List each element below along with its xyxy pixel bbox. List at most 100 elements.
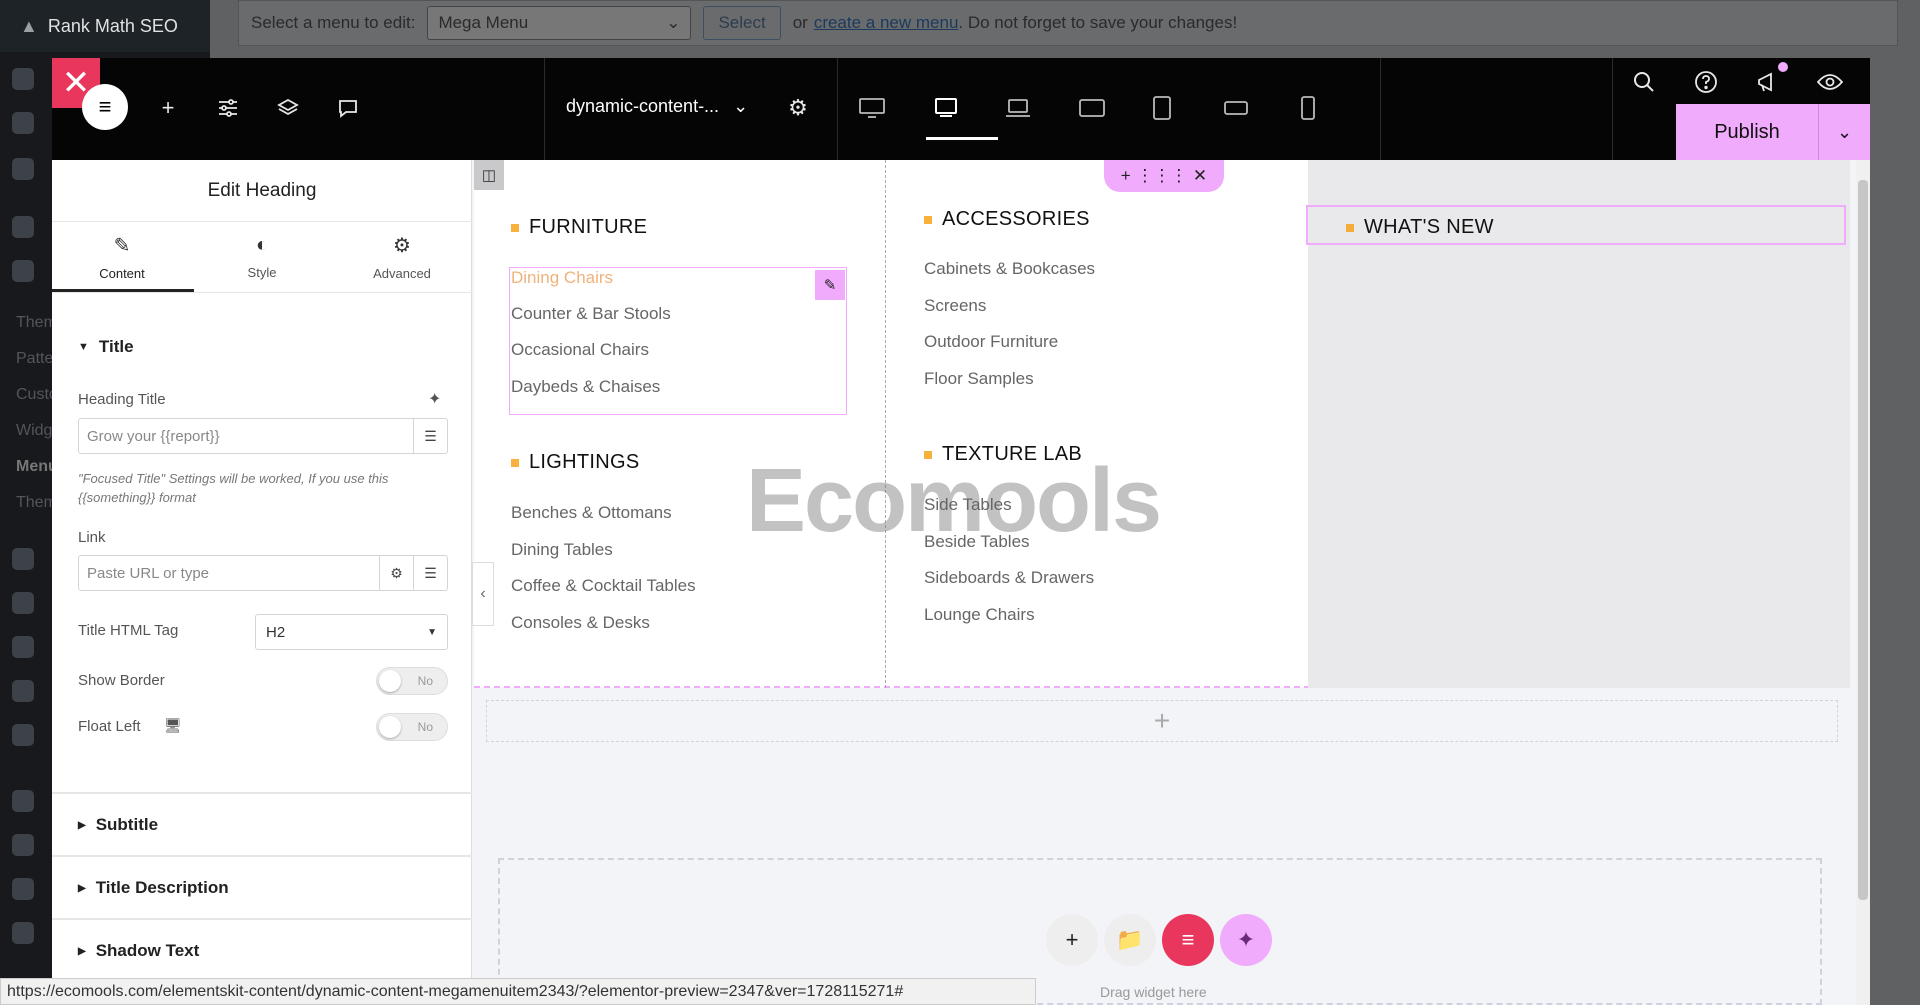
seo-menu-icon[interactable]: [12, 724, 34, 746]
drag-handle-icon[interactable]: ⋮⋮⋮: [1136, 166, 1187, 186]
menu-link-side-tables[interactable]: Side Tables: [924, 495, 1012, 515]
tools2-menu-icon[interactable]: [12, 636, 34, 658]
layers-icon[interactable]: [268, 88, 308, 128]
menu-link-screens[interactable]: Screens: [924, 296, 986, 316]
settings-menu-icon[interactable]: [12, 680, 34, 702]
texture-lab-heading[interactable]: TEXTURE LAB: [924, 443, 1082, 466]
html-tag-label: Title HTML Tag: [78, 622, 179, 639]
caret-down-icon: ▼: [78, 341, 89, 353]
menu-link-daybeds-chaises[interactable]: Daybeds & Chaises: [511, 377, 660, 397]
publish-options-button[interactable]: ⌄: [1818, 104, 1870, 160]
appearance-menu-icon[interactable]: [12, 216, 34, 238]
ai-sparkle-icon[interactable]: ✦: [1220, 914, 1272, 966]
whats-new-heading[interactable]: WHAT'S NEW: [1346, 216, 1494, 239]
widescreen-device-icon[interactable]: [998, 88, 1038, 128]
tablet-portrait-icon[interactable]: [1142, 88, 1182, 128]
search-icon[interactable]: [1624, 62, 1664, 102]
security-menu-icon[interactable]: [12, 790, 34, 812]
mobile-landscape-icon[interactable]: [1216, 88, 1256, 128]
site-settings-icon[interactable]: [208, 88, 248, 128]
responsive-desktop-icon[interactable]: 🖥: [164, 717, 182, 734]
comments-icon[interactable]: [328, 88, 368, 128]
wp-submenu-themes[interactable]: Them: [16, 314, 57, 332]
section-divider: [52, 855, 472, 857]
menu-select[interactable]: Mega Menu ⌄: [427, 6, 692, 40]
preview-eye-icon[interactable]: [1810, 62, 1850, 102]
edit-widget-pencil-icon[interactable]: ✎: [815, 270, 845, 300]
link-input[interactable]: Paste URL or type ⚙ ☰: [78, 555, 448, 591]
help-icon[interactable]: [1686, 62, 1726, 102]
dynamic-tags-icon[interactable]: ☰: [413, 556, 447, 590]
wpml-menu-icon[interactable]: [12, 878, 34, 900]
section-title-description-toggle[interactable]: ▶ Title Description: [78, 878, 229, 898]
ai-sparkle-icon[interactable]: ✦: [428, 389, 441, 409]
float-left-value: No: [417, 720, 433, 734]
add-section-plus-icon[interactable]: +: [1121, 166, 1131, 186]
delete-section-close-icon[interactable]: ✕: [1193, 166, 1207, 186]
menu-link-coffee-cocktail-tables[interactable]: Coffee & Cocktail Tables: [511, 576, 696, 596]
wp-submenu-widgets[interactable]: Widg: [16, 422, 52, 440]
add-element-icon[interactable]: +: [148, 88, 188, 128]
section-title-toggle[interactable]: ▼ Title: [78, 337, 134, 357]
template-library-folder-icon[interactable]: 📁: [1104, 914, 1156, 966]
column-handle-icon[interactable]: ◫: [474, 160, 504, 190]
section-subtitle-toggle[interactable]: ▶ Subtitle: [78, 815, 158, 835]
elementskit-menu-icon[interactable]: [12, 158, 34, 180]
select-menu-button[interactable]: Select: [703, 6, 781, 40]
furniture-heading[interactable]: FURNITURE: [511, 216, 647, 239]
elementskit-icon[interactable]: ≡: [1162, 914, 1214, 966]
menu-link-counter-bar-stools[interactable]: Counter & Bar Stools: [511, 304, 671, 324]
document-title[interactable]: dynamic-content-... ⌄: [566, 96, 748, 117]
publish-button[interactable]: Publish: [1676, 104, 1818, 160]
tablet-landscape-icon[interactable]: [1072, 88, 1112, 128]
link-options-gear-icon[interactable]: ⚙: [379, 556, 413, 590]
elementor-logo[interactable]: ≡: [82, 84, 128, 130]
mobile-portrait-icon[interactable]: [1288, 88, 1328, 128]
wp-submenu-theme-editor[interactable]: Them: [16, 494, 57, 512]
folder-menu-icon[interactable]: [12, 112, 34, 134]
dynamic-tags-icon[interactable]: ☰: [413, 419, 447, 453]
show-border-toggle[interactable]: No: [376, 667, 448, 695]
menu-link-occasional-chairs[interactable]: Occasional Chairs: [511, 340, 649, 360]
heading-title-input[interactable]: Grow your {{report}} ☰: [78, 418, 448, 454]
page-settings-gear-icon[interactable]: ⚙: [778, 88, 818, 128]
plugins-menu-icon[interactable]: [12, 548, 34, 570]
menu-link-outdoor-furniture[interactable]: Outdoor Furniture: [924, 332, 1058, 352]
add-element-plus-icon[interactable]: +: [1046, 914, 1098, 966]
panel-title: Edit Heading: [52, 160, 472, 222]
menu-link-dining-chairs[interactable]: Dining Chairs: [511, 268, 613, 288]
laptop-device-icon[interactable]: [926, 88, 966, 128]
section-handle[interactable]: + ⋮⋮⋮ ✕: [1104, 160, 1224, 192]
menu-link-sideboards-drawers[interactable]: Sideboards & Drawers: [924, 568, 1094, 588]
html-tag-select[interactable]: H2 ▼: [255, 614, 448, 650]
canvas-scroll-thumb[interactable]: [1858, 180, 1868, 900]
menu-link-cabinets-bookcases[interactable]: Cabinets & Bookcases: [924, 259, 1095, 279]
tab-content[interactable]: ✎ Content: [52, 222, 192, 292]
create-menu-link[interactable]: create a new menu: [814, 13, 959, 32]
tab-advanced[interactable]: ⚙ Advanced: [332, 222, 472, 292]
menu-link-consoles-desks[interactable]: Consoles & Desks: [511, 613, 650, 633]
float-left-toggle[interactable]: No: [376, 713, 448, 741]
menu-link-beside-tables[interactable]: Beside Tables: [924, 532, 1030, 552]
pencil-icon: ✎: [113, 235, 131, 257]
section-shadow-text-toggle[interactable]: ▶ Shadow Text: [78, 941, 199, 961]
wp-submenu-patterns[interactable]: Patte: [16, 350, 53, 368]
collapse-panel-chevron-icon[interactable]: ‹: [472, 562, 494, 626]
menu-prompt: Select a menu to edit:: [251, 13, 416, 32]
lock-menu-icon[interactable]: [12, 834, 34, 856]
menu-link-floor-samples[interactable]: Floor Samples: [924, 369, 1034, 389]
elementor-menu-icon[interactable]: [12, 68, 34, 90]
add-new-container-button[interactable]: +: [486, 700, 1838, 742]
misc-menu-icon[interactable]: [12, 922, 34, 944]
tab-style[interactable]: ◐ Style: [192, 222, 332, 292]
tools-menu-icon[interactable]: [12, 260, 34, 282]
menu-link-dining-tables[interactable]: Dining Tables: [511, 540, 613, 560]
lightings-heading[interactable]: LIGHTINGS: [511, 451, 640, 474]
menu-link-lounge-chairs[interactable]: Lounge Chairs: [924, 605, 1035, 625]
users-menu-icon[interactable]: [12, 592, 34, 614]
menu-link-benches-ottomans[interactable]: Benches & Ottomans: [511, 503, 672, 523]
tab-style-label: Style: [247, 265, 277, 280]
browser-status-url: https://ecomools.com/elementskit-content…: [0, 978, 1036, 1005]
desktop-device-icon[interactable]: [852, 88, 892, 128]
accessories-heading[interactable]: ACCESSORIES: [924, 208, 1090, 231]
